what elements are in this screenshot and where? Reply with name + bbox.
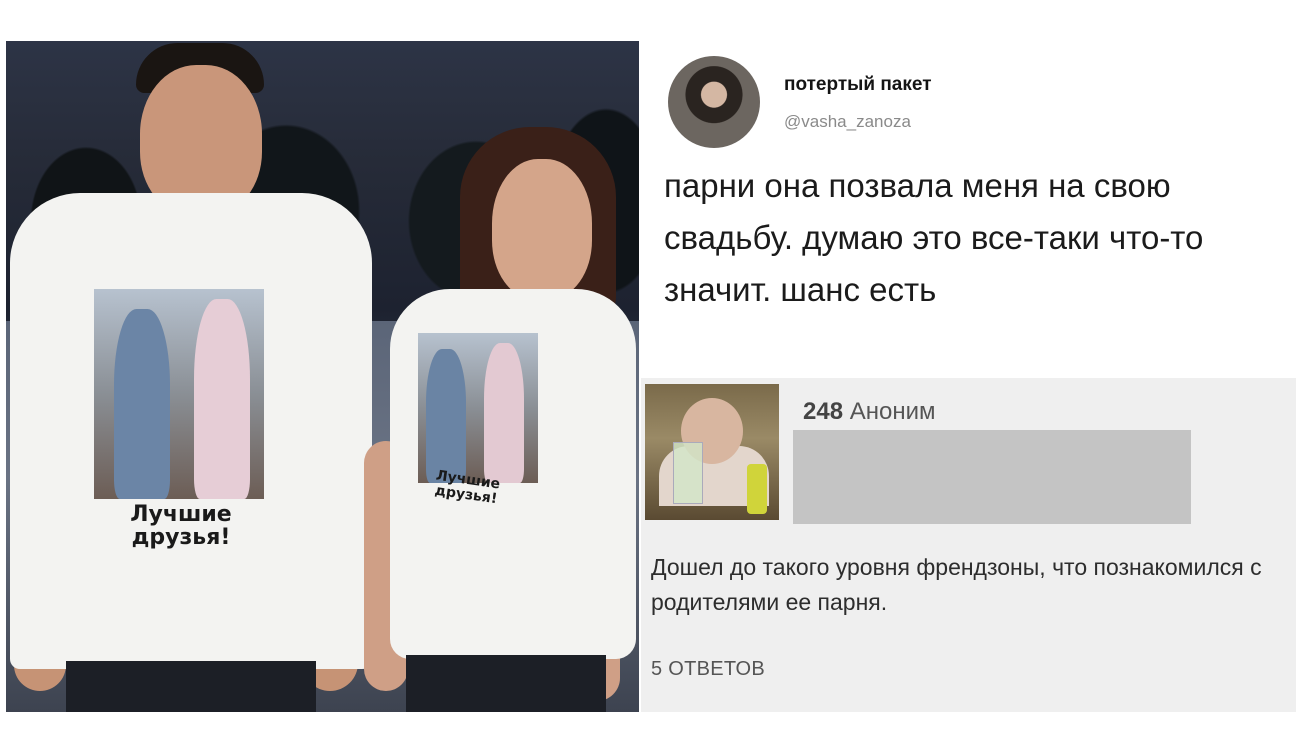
comment-avatar[interactable]	[645, 384, 779, 520]
man-shirt-print	[94, 289, 264, 499]
replies-link[interactable]: 5 ОТВЕТОВ	[651, 658, 765, 681]
man-shirt-text: Лучшие друзья!	[86, 503, 276, 549]
redaction-bar	[793, 430, 1191, 524]
man-figure: Лучшие друзья!	[6, 41, 386, 712]
tweet-avatar[interactable]	[668, 56, 760, 148]
comment-author[interactable]: Аноним	[850, 398, 936, 425]
comment-reply-number: 248	[803, 398, 844, 425]
shirt-text-line1: Лучшие	[130, 502, 232, 527]
tweet-handle[interactable]: @vasha_zanoza	[784, 112, 911, 132]
tweet-text: парни она позвала меня на свою свадьбу. …	[664, 167, 1204, 308]
tweet-display-name[interactable]: потертый пакет	[784, 74, 932, 96]
comment-text: Дошел до такого уровня френдзоны, что по…	[651, 554, 1262, 615]
woman-pants	[406, 655, 606, 712]
woman-shirt-print	[418, 333, 538, 483]
man-pants	[66, 661, 316, 712]
tweet: потертый пакет @vasha_zanoza парни она п…	[660, 50, 1280, 370]
couple-photo: Лучшие друзья! Лучшие друзья!	[6, 41, 639, 712]
comment-card: 248 Аноним Дошел до такого уровня френдз…	[641, 378, 1296, 712]
shirt-text-line2: друзья!	[131, 525, 231, 551]
comment-meta: 248 Аноним	[803, 398, 936, 426]
woman-figure: Лучшие друзья!	[364, 41, 639, 712]
woman-head	[492, 159, 592, 299]
